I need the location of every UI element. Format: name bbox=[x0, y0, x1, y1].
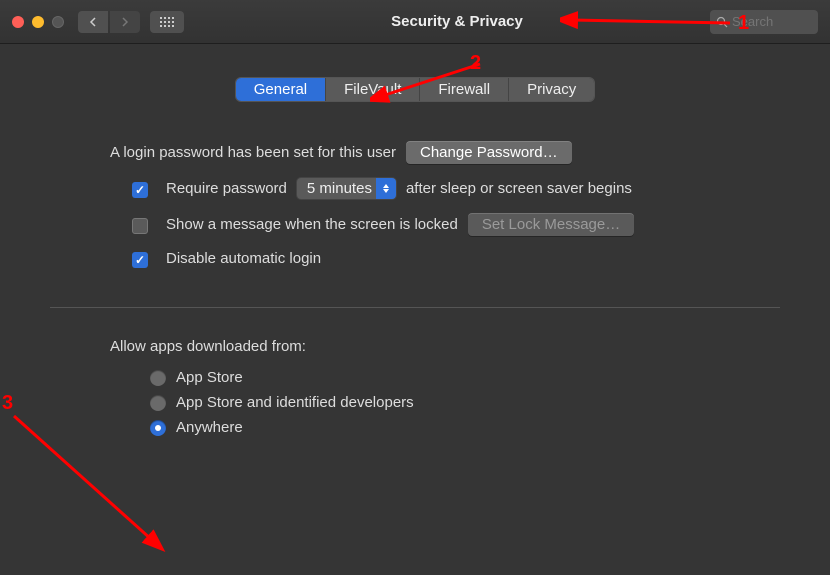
tab-general[interactable]: General bbox=[236, 78, 326, 101]
chevron-updown-icon bbox=[376, 178, 396, 199]
back-button[interactable] bbox=[78, 11, 108, 33]
annotation-label-1: 1 bbox=[738, 12, 749, 35]
close-button[interactable] bbox=[12, 16, 24, 28]
content-pane: General FileVault Firewall Privacy A log… bbox=[0, 44, 830, 436]
radio-identified[interactable] bbox=[150, 395, 166, 411]
section-divider bbox=[50, 307, 780, 308]
delay-select[interactable]: 5 minutes bbox=[297, 178, 396, 199]
change-password-button[interactable]: Change Password… bbox=[406, 141, 572, 164]
annotation-label-3: 3 bbox=[2, 392, 13, 415]
radio-row-identified[interactable]: App Store and identified developers bbox=[150, 394, 800, 411]
window-controls bbox=[12, 16, 64, 28]
login-section: A login password has been set for this u… bbox=[30, 141, 800, 267]
tab-firewall[interactable]: Firewall bbox=[420, 78, 509, 101]
require-password-label-after: after sleep or screen saver begins bbox=[406, 180, 632, 197]
radio-identified-label: App Store and identified developers bbox=[176, 394, 414, 411]
minimize-button[interactable] bbox=[32, 16, 44, 28]
radio-row-appstore[interactable]: App Store bbox=[150, 369, 800, 386]
titlebar: Security & Privacy bbox=[0, 0, 830, 44]
radio-appstore[interactable] bbox=[150, 370, 166, 386]
delay-value: 5 minutes bbox=[307, 180, 372, 197]
grid-icon bbox=[160, 17, 174, 27]
disable-auto-login-checkbox[interactable] bbox=[132, 252, 148, 268]
show-all-button[interactable] bbox=[150, 11, 184, 33]
radio-anywhere[interactable] bbox=[150, 420, 166, 436]
window-title: Security & Privacy bbox=[204, 13, 710, 30]
annotation-label-2: 2 bbox=[470, 52, 481, 75]
login-status-text: A login password has been set for this u… bbox=[110, 144, 396, 161]
forward-button[interactable] bbox=[110, 11, 140, 33]
require-password-checkbox[interactable] bbox=[132, 182, 148, 198]
tab-bar: General FileVault Firewall Privacy bbox=[30, 78, 800, 101]
require-password-label-before: Require password bbox=[166, 180, 287, 197]
disable-auto-login-label: Disable automatic login bbox=[166, 250, 321, 267]
downloads-section-title: Allow apps downloaded from: bbox=[110, 338, 800, 355]
show-message-checkbox[interactable] bbox=[132, 218, 148, 234]
tab-privacy[interactable]: Privacy bbox=[509, 78, 594, 101]
radio-row-anywhere[interactable]: Anywhere bbox=[150, 419, 800, 436]
radio-appstore-label: App Store bbox=[176, 369, 243, 386]
search-field[interactable] bbox=[710, 10, 818, 34]
downloads-radio-group: App Store App Store and identified devel… bbox=[150, 369, 800, 436]
radio-anywhere-label: Anywhere bbox=[176, 419, 243, 436]
set-lock-message-button[interactable]: Set Lock Message… bbox=[468, 213, 634, 236]
show-message-label: Show a message when the screen is locked bbox=[166, 216, 458, 233]
search-icon bbox=[716, 16, 728, 28]
zoom-button[interactable] bbox=[52, 16, 64, 28]
downloads-section: Allow apps downloaded from: App Store Ap… bbox=[30, 338, 800, 436]
tab-filevault[interactable]: FileVault bbox=[326, 78, 420, 101]
nav-buttons bbox=[78, 11, 140, 33]
